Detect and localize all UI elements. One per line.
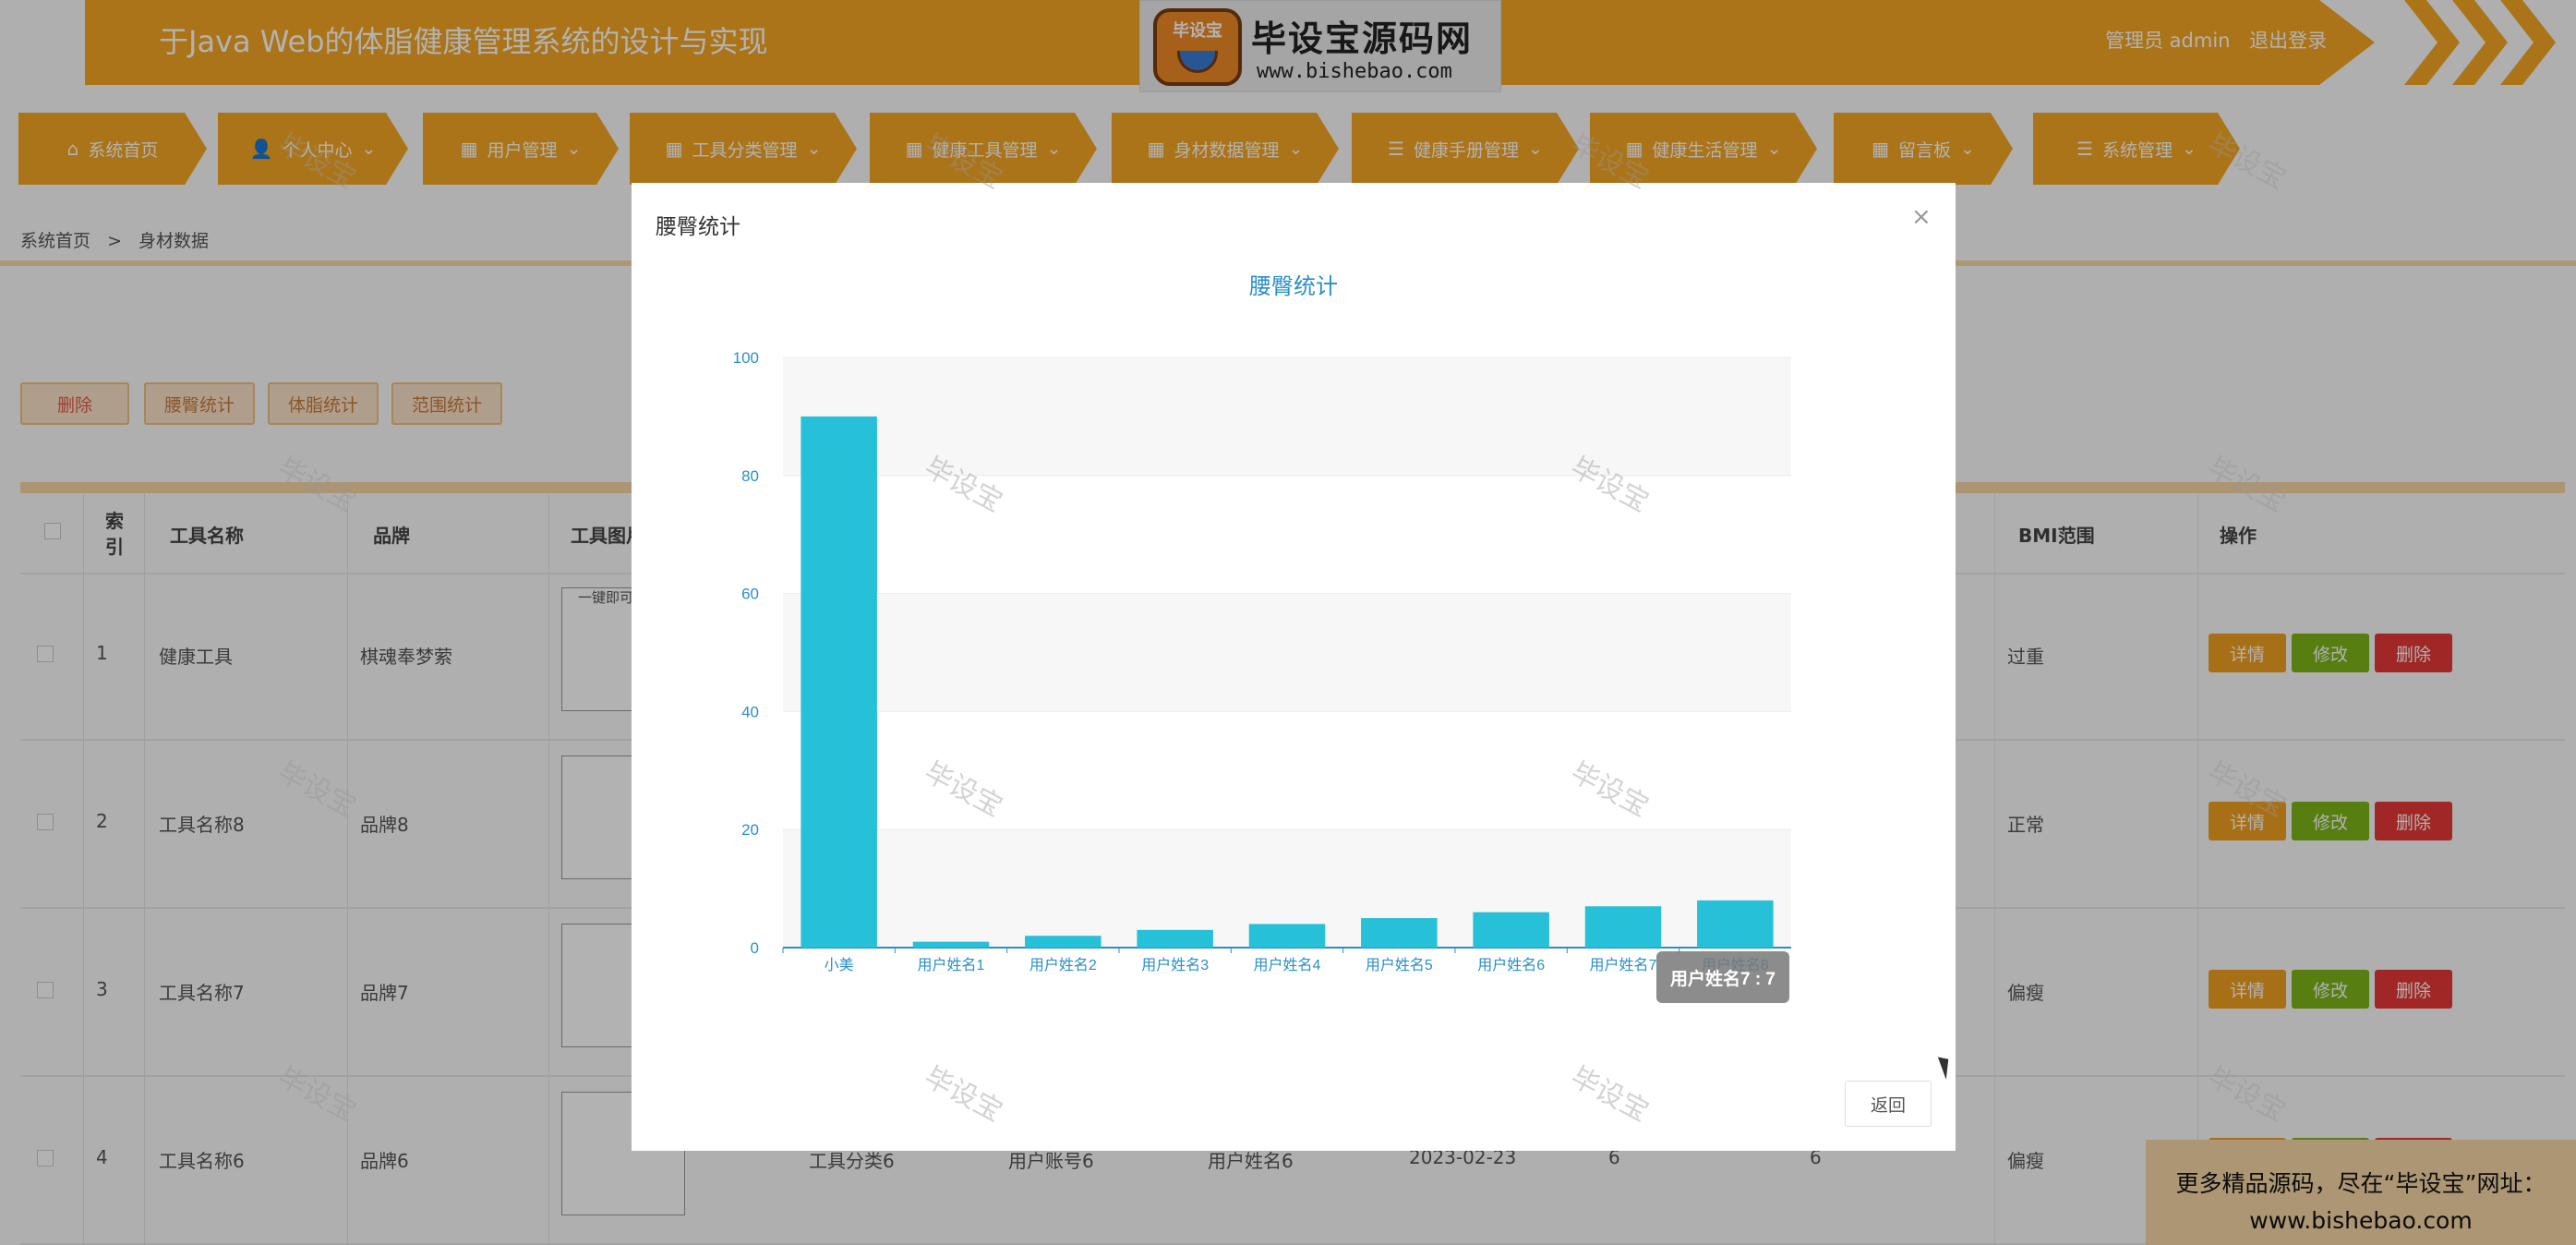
bar — [1025, 936, 1101, 948]
x-tick-label: 小美 — [825, 957, 854, 973]
bar — [912, 941, 990, 948]
x-tick-label: 用户姓名5 — [1366, 957, 1433, 973]
chart-tooltip-text: 用户姓名7 : 7 — [1670, 968, 1776, 989]
x-tick-label: 用户姓名6 — [1477, 957, 1545, 973]
bar — [1137, 929, 1213, 948]
bar — [800, 416, 877, 948]
x-tick-label: 用户姓名7 — [1590, 957, 1657, 973]
x-tick-label: 用户姓名4 — [1254, 957, 1321, 973]
back-button[interactable]: 返回 — [1845, 1081, 1932, 1127]
grid-band — [783, 593, 1791, 712]
modal-title: 腰臀统计 — [656, 215, 740, 239]
x-tick-label: 用户姓名2 — [1029, 957, 1097, 973]
page: 于Java Web的体脂健康管理系统的设计与实现 管理员 admin 退出登录 … — [0, 0, 2576, 1245]
x-tick-label: 用户姓名1 — [918, 957, 985, 973]
bar — [1361, 918, 1438, 948]
stats-modal: 腰臀统计 × 腰臀统计 0 20 40 60 80 100 小美 用户姓名1 用户姓名2 用户姓名3… — [632, 183, 1956, 1151]
bar — [1697, 900, 1774, 948]
y-tick-label: 40 — [741, 703, 759, 720]
x-tick-label: 用户姓名3 — [1141, 957, 1209, 973]
bar — [1248, 924, 1326, 948]
y-tick-label: 20 — [741, 821, 759, 839]
y-tick-label: 80 — [741, 467, 759, 485]
bar — [1473, 912, 1549, 948]
y-tick-label: 0 — [751, 939, 759, 957]
bar — [1584, 906, 1662, 948]
chart-title: 腰臀统计 — [1249, 274, 1338, 299]
y-tick-label: 100 — [733, 349, 759, 367]
bar-chart: 腰臀统计 0 20 40 60 80 100 小美 用户姓名1 用户姓名2 用户姓名3 用户姓名4 用户… — [733, 274, 1791, 1003]
close-icon[interactable]: × — [1911, 203, 1932, 231]
y-tick-label: 60 — [741, 586, 759, 603]
grid-band — [783, 357, 1791, 476]
